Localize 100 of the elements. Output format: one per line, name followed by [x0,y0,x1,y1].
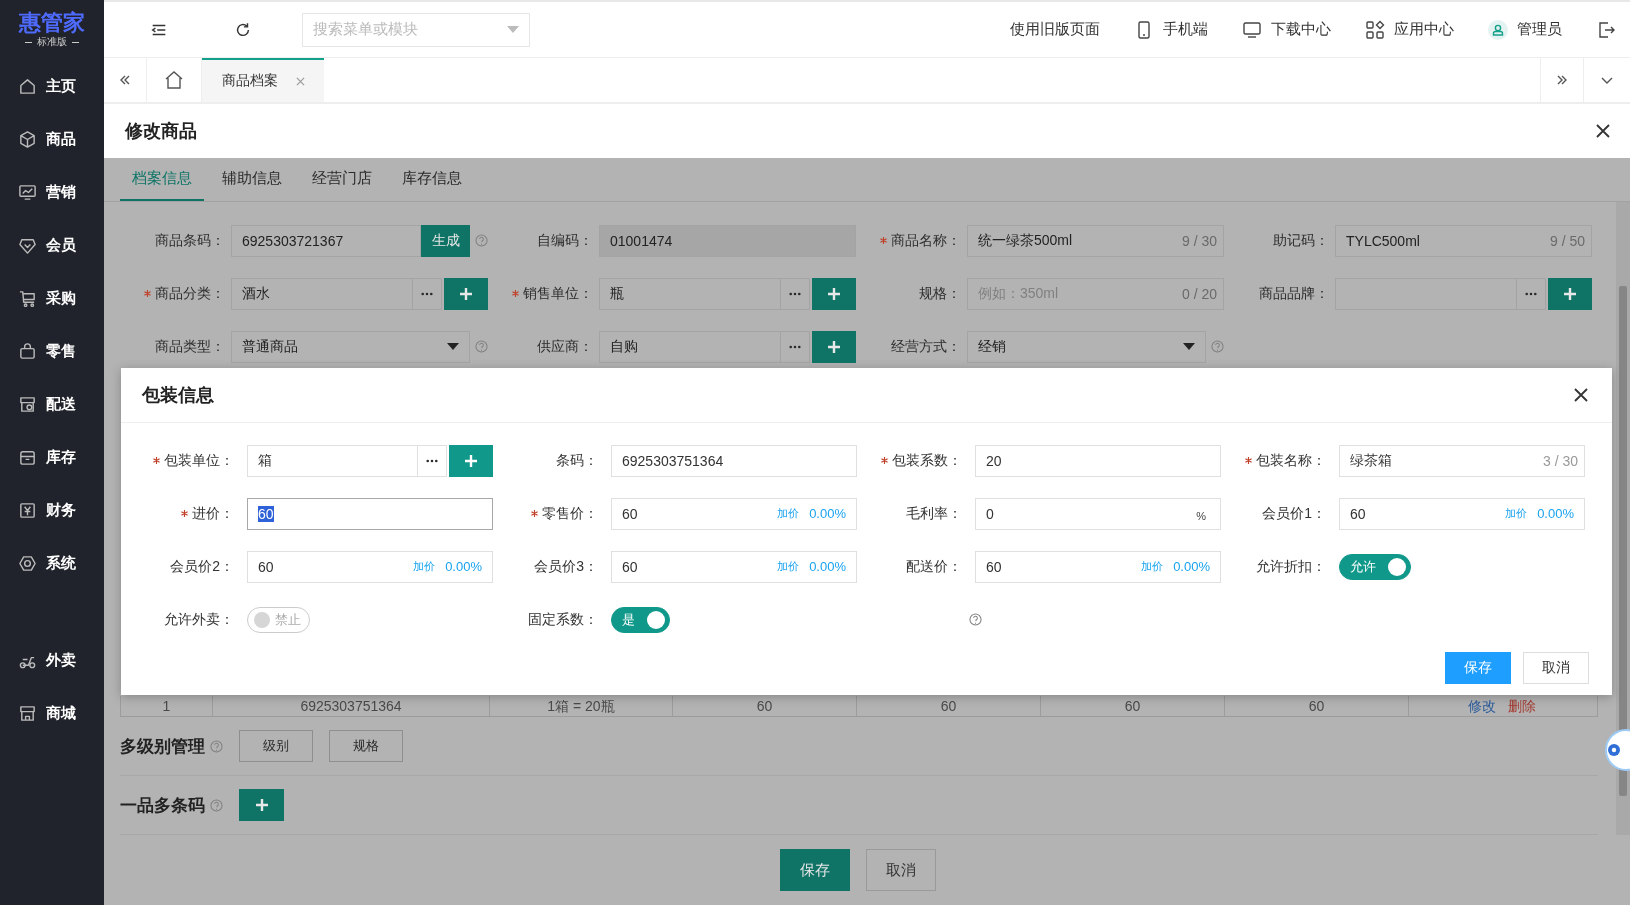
section-button[interactable]: 规格 [329,730,403,762]
price-field[interactable]: 60 加价 0.00% [975,550,1221,583]
save-button[interactable]: 保存 [780,849,850,891]
refresh-icon[interactable] [234,20,252,39]
picker-field[interactable]: 瓶 [599,277,810,310]
sidebar-item[interactable]: 营销 [0,166,104,219]
text-field[interactable]: 统一绿茶500ml 9 / 30 [967,224,1224,257]
header-link[interactable]: 下载中心 [1242,19,1331,40]
price-field[interactable]: 60 加价 0.00% [247,550,493,583]
more-icon[interactable] [789,344,801,349]
sidebar-item[interactable]: 主页 [0,60,104,113]
field-label: 配送价： [906,557,962,576]
field-label: 会员价2： [170,557,234,576]
price-field[interactable]: 60 加价 0.00% [611,497,857,530]
home-icon [18,77,37,96]
home-icon [164,70,184,90]
sidebar-item[interactable]: 库存 [0,431,104,484]
field-label: 商品分类： [155,284,225,303]
more-icon[interactable] [789,291,801,296]
apps-icon [1365,19,1385,40]
dropdown-field[interactable]: 普通商品 [231,330,470,363]
section-title: 多级别管理 [120,735,205,758]
field-label: 包装名称： [1256,451,1326,470]
field-label: 自编码： [537,231,593,250]
logo-subtitle: 标准版 [37,35,67,49]
plus-icon [1563,286,1577,301]
picker-field[interactable]: 自购 [599,330,810,363]
header-link[interactable]: 应用中心 [1365,19,1454,40]
add-button[interactable] [239,789,284,821]
plus-icon [459,286,473,301]
assistant-icon[interactable] [1602,728,1630,772]
caret-icon [447,343,459,350]
sidebar-item[interactable]: 零售 [0,325,104,378]
field-label: 会员价1： [1262,504,1326,523]
section-button[interactable]: 级别 [239,730,313,762]
add-button[interactable] [444,277,488,310]
header-link[interactable]: 管理员 [1488,19,1562,40]
more-icon[interactable] [426,458,438,463]
text-field[interactable]: 6925303751364 [611,444,857,477]
form-tab[interactable]: 辅助信息 [210,158,294,201]
field-label: 包装系数： [892,451,962,470]
cancel-button[interactable]: 取消 [866,849,936,891]
sidebar-item[interactable]: 系统 [0,537,104,590]
text-field[interactable]: TYLC500ml 9 / 50 [1335,224,1592,257]
page-tab[interactable]: 商品档案 [202,58,324,102]
sidebar-item[interactable]: 配送 [0,378,104,431]
text-field[interactable]: 60 [247,497,493,530]
field-label: 固定系数： [528,610,598,629]
price-field[interactable]: 60 加价 0.00% [1339,497,1585,530]
header-link[interactable]: 使用旧版页面 [1010,20,1100,39]
sidebar-item[interactable]: 商城 [0,687,104,740]
text-field[interactable]: 绿茶箱 3 / 30 [1339,444,1585,477]
help-icon[interactable] [969,613,982,626]
hexagon-icon [18,554,37,573]
field-label: 经营方式： [891,337,961,356]
picker-field[interactable]: 箱 [247,444,447,477]
text-field[interactable]: 0 % [975,497,1221,530]
sidebar-item[interactable]: 采购 [0,272,104,325]
table-cell: 60 [1225,696,1409,716]
add-button[interactable] [812,277,856,310]
bag-icon [18,342,37,361]
plus-icon [827,339,841,354]
gem-icon [18,236,37,255]
add-button[interactable] [449,444,493,477]
sidebar-item[interactable]: 商品 [0,113,104,166]
close-icon[interactable] [1596,124,1610,138]
sidebar-item[interactable]: 外卖 [0,634,104,687]
sidebar-item[interactable]: 财务 [0,484,104,537]
price-field[interactable]: 60 加价 0.00% [611,550,857,583]
table-cell: 1箱 = 20瓶 [490,696,673,716]
sidebar-item[interactable]: 会员 [0,219,104,272]
table-cell: 60 [673,696,857,716]
generate-button[interactable]: 生成 [421,224,470,257]
caret-icon [1183,343,1195,350]
section-title: 一品多条码 [120,794,205,817]
close-icon[interactable] [1574,388,1588,402]
text-field[interactable]: 20 [975,444,1221,477]
text-field[interactable]: 6925303721367 [231,224,421,257]
form-tab[interactable]: 库存信息 [390,158,474,201]
picker-field[interactable]: 酒水 [231,277,442,310]
dropdown-field[interactable]: 经销 [967,330,1206,363]
more-icon[interactable] [1525,291,1537,296]
user-icon [1488,19,1508,40]
field-label: 会员价3： [534,557,598,576]
shop-icon [18,704,37,723]
form-tab[interactable]: 经营门店 [300,158,384,201]
add-button[interactable] [812,330,856,363]
add-button[interactable] [1548,277,1592,310]
field-label: 助记码： [1273,231,1329,250]
toggle-switch[interactable]: 允许 [1339,553,1411,580]
header-link[interactable]: 手机端 [1134,19,1208,40]
field-label: 销售单位： [523,284,593,303]
more-icon[interactable] [421,291,433,296]
logout-icon[interactable] [1596,19,1616,40]
double-chevron-left-icon [118,73,132,87]
toggle-switch[interactable]: 是 [611,606,670,633]
cancel-button[interactable]: 取消 [1523,652,1589,684]
field-label: 商品品牌： [1259,284,1329,303]
picker-field[interactable] [1335,277,1546,310]
scrollbar[interactable] [1616,202,1630,835]
